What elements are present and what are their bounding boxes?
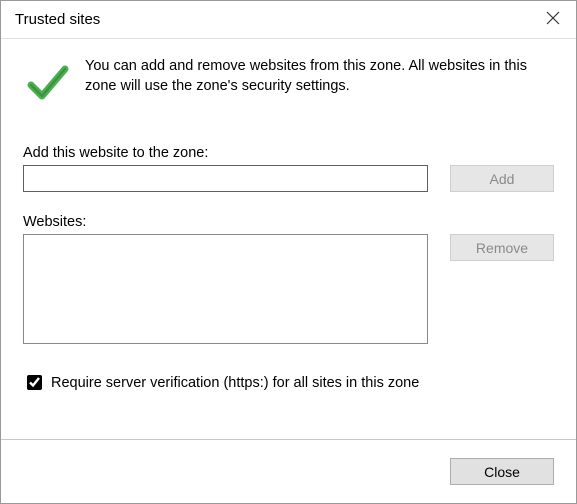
websites-listbox[interactable]: [23, 234, 428, 344]
websites-row: Remove: [23, 234, 554, 344]
remove-button[interactable]: Remove: [450, 234, 554, 261]
add-website-label: Add this website to the zone:: [23, 145, 554, 161]
trusted-sites-dialog: Trusted sites You can add and remove web…: [0, 0, 577, 504]
add-row: Add: [23, 165, 554, 192]
require-https-row[interactable]: Require server verification (https:) for…: [23, 372, 554, 393]
dialog-footer: Close: [1, 439, 576, 503]
intro-text: You can add and remove websites from thi…: [85, 57, 554, 105]
checkmark-icon: [23, 57, 71, 105]
close-icon: [546, 11, 560, 28]
add-button[interactable]: Add: [450, 165, 554, 192]
require-https-checkbox[interactable]: [27, 375, 42, 390]
titlebar: Trusted sites: [1, 1, 576, 39]
window-title: Trusted sites: [15, 11, 530, 28]
website-input[interactable]: [23, 165, 428, 192]
close-button[interactable]: Close: [450, 458, 554, 485]
require-https-label: Require server verification (https:) for…: [51, 375, 419, 391]
websites-label: Websites:: [23, 214, 554, 230]
window-close-button[interactable]: [530, 1, 576, 38]
intro-row: You can add and remove websites from thi…: [23, 57, 554, 105]
dialog-content: You can add and remove websites from thi…: [1, 39, 576, 439]
